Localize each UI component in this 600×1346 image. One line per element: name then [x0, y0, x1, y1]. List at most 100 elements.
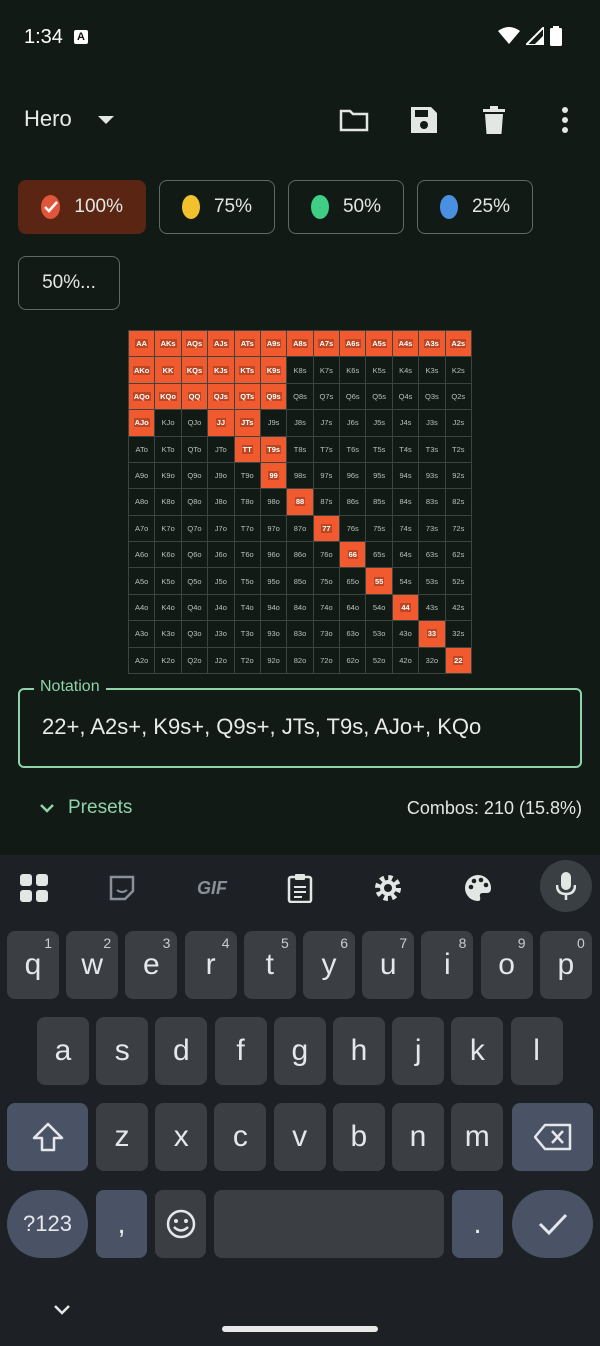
- hide-keyboard-button[interactable]: [54, 1302, 70, 1320]
- hand-cell[interactable]: 63s: [419, 542, 446, 569]
- hand-cell[interactable]: 84s: [392, 489, 420, 516]
- hand-cell[interactable]: 87o: [287, 515, 314, 543]
- hand-cell[interactable]: 43s: [419, 594, 446, 622]
- hand-cell[interactable]: 84o: [287, 594, 314, 622]
- hand-cell[interactable]: 86o: [287, 542, 314, 569]
- hand-cell[interactable]: Q3o: [181, 621, 209, 648]
- chip-custom[interactable]: 50%...: [18, 256, 120, 310]
- gesture-nav-handle[interactable]: [222, 1326, 378, 1332]
- key-y[interactable]: y6: [303, 931, 355, 999]
- hand-cell[interactable]: QTo: [181, 436, 209, 463]
- hand-cell[interactable]: Q5o: [181, 568, 209, 595]
- hand-cell[interactable]: 77: [313, 515, 341, 543]
- hand-cell[interactable]: 72s: [445, 515, 472, 543]
- key-v[interactable]: v: [273, 1103, 326, 1171]
- key-j[interactable]: j: [392, 1017, 445, 1085]
- hand-cell[interactable]: 76o: [313, 542, 341, 569]
- hand-cell[interactable]: T6o: [234, 542, 261, 569]
- key-e[interactable]: e3: [125, 931, 178, 999]
- key-t[interactable]: t5: [243, 931, 296, 999]
- hand-cell[interactable]: T9s: [260, 436, 288, 463]
- hand-cell[interactable]: 99: [260, 462, 288, 490]
- hand-cell[interactable]: TT: [234, 436, 261, 463]
- key-n[interactable]: n: [392, 1103, 444, 1171]
- notation-input[interactable]: 22+, A2s+, K9s+, Q9s+, JTs, T9s, AJo+, K…: [42, 714, 481, 740]
- hand-cell[interactable]: 95o: [260, 568, 288, 595]
- key-d[interactable]: d: [155, 1017, 208, 1085]
- hand-cell[interactable]: 93s: [419, 462, 446, 490]
- hand-cell[interactable]: T6s: [340, 436, 367, 463]
- key-z[interactable]: z: [96, 1103, 148, 1171]
- hand-cell[interactable]: T5o: [234, 568, 261, 595]
- hand-cell[interactable]: A7s: [313, 331, 341, 358]
- hand-cell[interactable]: 44: [392, 594, 420, 622]
- hand-cell[interactable]: 75s: [366, 515, 393, 543]
- hand-range-grid[interactable]: AA AKs AQs AJs ATs A9s A8s A7s A6s A5s A4s A3s A2s AK…: [128, 330, 472, 674]
- hand-cell[interactable]: J8o: [208, 489, 235, 516]
- symbols-key[interactable]: ?123: [7, 1190, 88, 1258]
- hand-cell[interactable]: K7o: [155, 515, 182, 543]
- key-m[interactable]: m: [451, 1103, 504, 1171]
- hand-cell[interactable]: AQo: [129, 383, 156, 411]
- hand-cell[interactable]: KTs: [234, 357, 261, 384]
- hand-cell[interactable]: K9o: [155, 462, 182, 490]
- hand-cell[interactable]: AKo: [129, 357, 156, 384]
- chip-25[interactable]: 25%: [417, 180, 533, 234]
- profile-title[interactable]: Hero: [24, 106, 72, 132]
- hand-cell[interactable]: K5o: [155, 568, 182, 595]
- hand-cell[interactable]: T4o: [234, 594, 261, 622]
- chip-100[interactable]: 100%: [18, 180, 146, 234]
- hand-cell[interactable]: 95s: [366, 462, 393, 490]
- hand-cell[interactable]: 75o: [313, 568, 341, 595]
- hand-cell[interactable]: J7s: [313, 410, 341, 437]
- hand-cell[interactable]: QTs: [234, 383, 261, 411]
- key-k[interactable]: k: [451, 1017, 504, 1085]
- presets-toggle[interactable]: Presets: [40, 797, 132, 819]
- hand-cell[interactable]: K9s: [260, 357, 288, 384]
- hand-cell[interactable]: A6s: [340, 331, 367, 358]
- hand-cell[interactable]: J6o: [208, 542, 235, 569]
- theme-button[interactable]: [458, 868, 498, 908]
- hand-cell[interactable]: 96s: [340, 462, 367, 490]
- key-u[interactable]: u7: [362, 931, 415, 999]
- hand-cell[interactable]: 62o: [340, 647, 367, 674]
- hand-cell[interactable]: QJo: [181, 410, 209, 437]
- key-p[interactable]: p0: [539, 931, 592, 999]
- hand-cell[interactable]: 76s: [340, 515, 367, 543]
- hand-cell[interactable]: 87s: [313, 489, 341, 516]
- hand-cell[interactable]: K6s: [340, 357, 367, 384]
- hand-cell[interactable]: T5s: [366, 436, 393, 463]
- hand-cell[interactable]: 97s: [313, 462, 341, 490]
- hand-cell[interactable]: J4o: [208, 594, 235, 622]
- hand-cell[interactable]: J2s: [445, 410, 472, 437]
- key-h[interactable]: h: [333, 1017, 385, 1085]
- hand-cell[interactable]: 98o: [260, 489, 288, 516]
- hand-cell[interactable]: 82s: [445, 489, 472, 516]
- hand-cell[interactable]: 52o: [366, 647, 393, 674]
- hand-cell[interactable]: 92o: [260, 647, 288, 674]
- hand-cell[interactable]: AQs: [181, 331, 209, 358]
- hand-cell[interactable]: 86s: [340, 489, 367, 516]
- hand-cell[interactable]: 32o: [419, 647, 446, 674]
- hand-cell[interactable]: 53o: [366, 621, 393, 648]
- hand-cell[interactable]: 55: [366, 568, 393, 595]
- hand-cell[interactable]: JJ: [208, 410, 235, 437]
- hand-cell[interactable]: Q7s: [313, 383, 341, 411]
- save-button[interactable]: [404, 100, 444, 140]
- hand-cell[interactable]: 94s: [392, 462, 420, 490]
- hand-cell[interactable]: 42s: [445, 594, 472, 622]
- hand-cell[interactable]: KJo: [155, 410, 182, 437]
- hand-cell[interactable]: J2o: [208, 647, 235, 674]
- hand-cell[interactable]: K7s: [313, 357, 341, 384]
- hand-cell[interactable]: A6o: [129, 542, 156, 569]
- hand-cell[interactable]: 65o: [340, 568, 367, 595]
- hand-cell[interactable]: K2s: [445, 357, 472, 384]
- hand-cell[interactable]: 92s: [445, 462, 472, 490]
- hand-cell[interactable]: Q4s: [392, 383, 420, 411]
- hand-cell[interactable]: K5s: [366, 357, 393, 384]
- more-options-button[interactable]: [545, 100, 585, 140]
- comma-key[interactable]: ,: [96, 1190, 147, 1258]
- hand-cell[interactable]: J9s: [260, 410, 288, 437]
- hand-cell[interactable]: K3s: [419, 357, 446, 384]
- hand-cell[interactable]: Q8o: [181, 489, 209, 516]
